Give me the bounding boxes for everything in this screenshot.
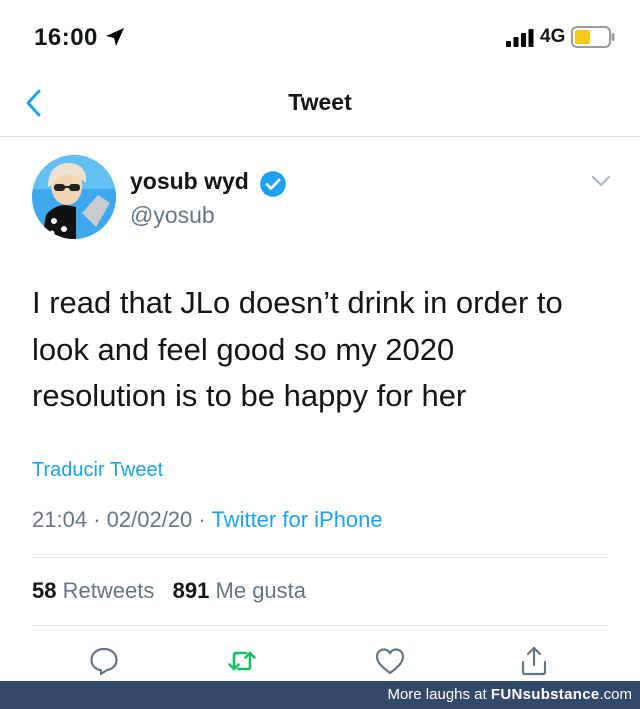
tweet-text-line: resolution is to be happy for her <box>32 378 467 413</box>
status-time: 16:00 <box>34 24 98 51</box>
tweet-text: I read that JLo doesn’t drink in order t… <box>32 280 622 420</box>
page-title: Tweet <box>288 89 352 115</box>
location-arrow-icon <box>106 28 124 46</box>
divider <box>32 625 608 626</box>
tweet-text-line: I read that JLo doesn’t drink in order t… <box>32 285 563 320</box>
chevron-down-icon[interactable] <box>591 174 611 188</box>
reply-button[interactable] <box>88 645 120 677</box>
tweet-time: 21:04 <box>32 507 88 532</box>
tweet-stats: 58 Retweets 891 Me gusta <box>32 578 306 604</box>
likes-label: Me gusta <box>215 578 307 603</box>
status-bar: 16:00 4G <box>0 0 640 76</box>
retweets-label: Retweets <box>62 578 155 603</box>
watermark-text: More laughs at FUNsubstance.com <box>387 686 632 703</box>
signal-icon <box>506 29 534 47</box>
share-icon <box>521 646 547 676</box>
tweet-text-line: look and feel good so my 2020 <box>32 331 455 367</box>
translate-tweet-link[interactable]: Traducir Tweet <box>32 459 163 482</box>
watermark-suffix: .com <box>599 686 632 703</box>
heart-icon <box>375 648 405 675</box>
author-display-name[interactable]: yosub wyd <box>130 168 249 195</box>
author-handle[interactable]: @yosub <box>130 202 215 229</box>
watermark-prefix: More laughs at <box>387 686 487 703</box>
network-type: 4G <box>540 26 566 47</box>
retweet-button[interactable] <box>226 645 258 677</box>
meta-separator: · <box>93 507 101 532</box>
share-button[interactable] <box>518 645 550 677</box>
tweet-source-link[interactable]: Twitter for iPhone <box>211 507 382 532</box>
retweets-stat[interactable]: 58 Retweets <box>32 578 154 603</box>
watermark-footer: More laughs at FUNsubstance.com <box>0 681 640 709</box>
retweets-count: 58 <box>32 578 57 603</box>
reply-icon <box>90 647 118 676</box>
watermark-brand: FUNsubstance <box>490 686 600 703</box>
meta-separator: · <box>198 507 206 532</box>
battery-icon <box>571 26 615 48</box>
divider <box>32 557 608 558</box>
tweet-date: 02/02/20 <box>106 507 193 532</box>
likes-count: 891 <box>172 578 210 603</box>
avatar[interactable] <box>32 155 116 239</box>
likes-stat[interactable]: 891 Me gusta <box>173 578 306 603</box>
like-button[interactable] <box>374 645 406 677</box>
verified-badge-icon <box>260 171 286 197</box>
retweet-icon <box>228 651 256 671</box>
nav-bar: Tweet <box>0 76 640 137</box>
tweet-metadata: 21:04 · 02/02/20 · Twitter for iPhone <box>32 507 383 533</box>
